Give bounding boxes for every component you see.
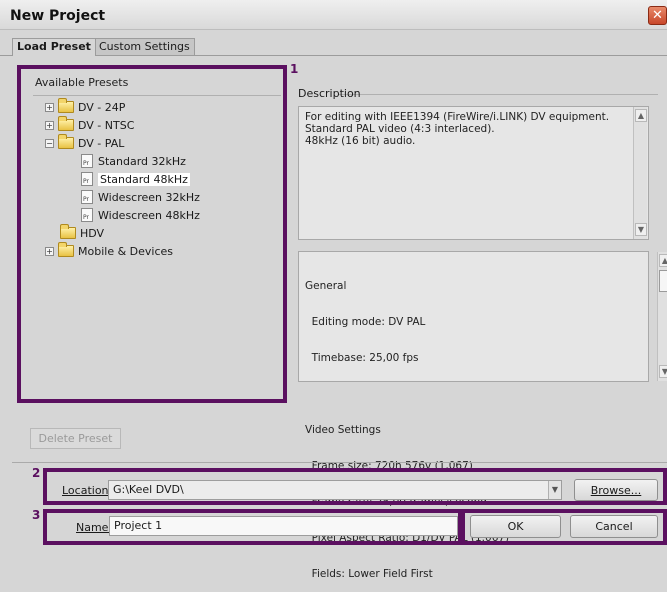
cancel-button[interactable]: Cancel — [570, 515, 658, 538]
close-button[interactable]: ✕ — [648, 6, 667, 25]
tree-item-hdv[interactable]: HDV — [60, 224, 105, 241]
tree-item-label: DV - 24P — [78, 100, 126, 114]
info-line: Fields: Lower Field First — [305, 568, 433, 580]
tree-item-dv-pal[interactable]: − DV - PAL — [45, 134, 125, 151]
folder-icon — [58, 242, 74, 257]
delete-preset-button[interactable]: Delete Preset — [30, 428, 121, 449]
info-line: Timebase: 25,00 fps — [305, 352, 419, 364]
annotation-3: 3 — [32, 508, 41, 522]
tree-item-dv-ntsc[interactable]: + DV - NTSC — [45, 116, 135, 133]
separator — [12, 462, 667, 463]
tab-load-preset[interactable]: Load Preset — [12, 38, 96, 56]
scroll-thumb[interactable] — [659, 270, 667, 292]
location-dropdown[interactable]: G:\Keel DVD\ — [108, 480, 562, 500]
info-line: Video Settings — [305, 424, 381, 436]
name-value: Project 1 — [114, 519, 163, 532]
description-scrollbar[interactable]: ▲ ▼ — [633, 107, 647, 239]
name-input[interactable]: Project 1 — [109, 516, 458, 536]
close-icon: ✕ — [652, 8, 663, 23]
scroll-up-icon[interactable]: ▲ — [635, 109, 647, 122]
description-label: Description — [298, 87, 361, 100]
preset-file-icon: Pr — [81, 154, 93, 168]
tree-item-standard-32khz[interactable]: Pr Standard 32kHz — [81, 153, 186, 169]
info-line: General — [305, 280, 347, 292]
tree-item-label: Widescreen 48kHz — [98, 208, 200, 222]
browse-label: Browse... — [590, 483, 642, 497]
info-scrollbar[interactable]: ▲ ▼ — [657, 252, 667, 381]
description-divider — [338, 94, 658, 95]
tree-item-dv-24p[interactable]: + DV - 24P — [45, 98, 126, 115]
name-label: Name: — [76, 521, 113, 534]
tree-item-widescreen-32khz[interactable]: Pr Widescreen 32kHz — [81, 189, 200, 205]
available-presets-label: Available Presets — [35, 76, 129, 89]
annotation-1: 1 — [290, 62, 299, 76]
expand-icon[interactable]: + — [45, 102, 54, 112]
tree-item-label: DV - PAL — [78, 136, 125, 150]
presets-tree[interactable]: + DV - 24P + DV - NTSC − DV - PAL Pr Sta… — [33, 95, 281, 395]
scroll-down-icon[interactable]: ▼ — [659, 365, 667, 378]
scroll-down-icon[interactable]: ▼ — [635, 223, 647, 236]
tree-item-standard-48khz[interactable]: Pr Standard 48kHz — [81, 171, 190, 187]
expand-icon[interactable]: + — [45, 246, 54, 256]
tree-item-label: Standard 32kHz — [98, 154, 186, 168]
annotation-2: 2 — [32, 466, 41, 480]
scroll-up-icon[interactable]: ▲ — [659, 254, 667, 267]
expand-icon[interactable]: + — [45, 120, 54, 130]
tree-item-label: Mobile & Devices — [78, 244, 174, 258]
description-text: For editing with IEEE1394 (FireWire/i.LI… — [298, 106, 649, 240]
preset-file-icon: Pr — [81, 208, 93, 222]
description-line: Standard PAL video (4:3 interlaced). — [305, 123, 495, 135]
collapse-icon[interactable]: − — [45, 138, 54, 148]
chevron-down-icon[interactable]: ▼ — [548, 481, 561, 499]
folder-icon — [58, 98, 74, 113]
folder-icon — [60, 224, 76, 239]
tab-divider — [0, 55, 667, 56]
description-line: 48kHz (16 bit) audio. — [305, 135, 416, 147]
preset-file-icon: Pr — [81, 172, 93, 186]
tree-item-widescreen-48khz[interactable]: Pr Widescreen 48kHz — [81, 207, 200, 223]
tree-item-mobile-devices[interactable]: + Mobile & Devices — [45, 242, 174, 259]
window-title: New Project — [10, 8, 106, 24]
info-line: Editing mode: DV PAL — [305, 316, 426, 328]
folder-open-icon — [58, 134, 74, 149]
description-line: For editing with IEEE1394 (FireWire/i.LI… — [305, 111, 610, 123]
tree-item-label: Widescreen 32kHz — [98, 190, 200, 204]
tab-custom-settings[interactable]: Custom Settings — [94, 38, 195, 56]
ok-button[interactable]: OK — [470, 515, 561, 538]
tree-item-label: DV - NTSC — [78, 118, 135, 132]
info-line — [305, 388, 642, 400]
location-label: Location: — [62, 484, 113, 497]
folder-icon — [58, 116, 74, 131]
tree-item-label: HDV — [80, 226, 105, 240]
tree-item-label: Standard 48kHz — [98, 172, 190, 186]
browse-button[interactable]: Browse... — [574, 479, 658, 501]
location-value: G:\Keel DVD\ — [113, 483, 184, 496]
preset-info-text: General Editing mode: DV PAL Timebase: 2… — [298, 251, 649, 580]
preset-file-icon: Pr — [81, 190, 93, 204]
